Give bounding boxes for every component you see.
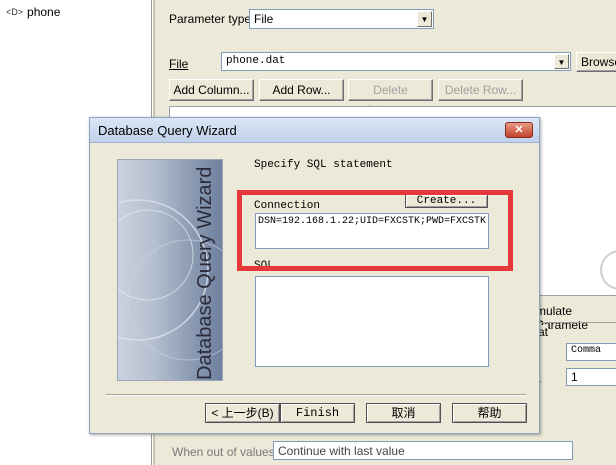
out-of-values-value: Continue with last value <box>278 444 405 458</box>
dialog-title: Database Query Wizard <box>98 123 237 138</box>
out-of-values-select[interactable]: Continue with last value <box>273 441 573 460</box>
close-button[interactable]: ✕ <box>505 122 533 138</box>
back-button[interactable]: < 上一步(B) <box>205 403 280 423</box>
sql-statement-field[interactable] <box>255 276 489 367</box>
wizard-banner-image: Database Query Wizard <box>117 159 223 381</box>
file-label: File <box>169 57 189 71</box>
create-connection-button[interactable]: Create... <box>405 194 488 208</box>
cancel-button[interactable]: 取消 <box>366 403 441 423</box>
add-row-button[interactable]: Add Row... <box>259 79 344 101</box>
parameter-type-select[interactable]: File ▼ <box>249 9 434 29</box>
help-button[interactable]: 帮助 <box>452 403 527 423</box>
tree-item-phone[interactable]: <D> phone <box>6 5 60 19</box>
parameter-type-label: Parameter type: <box>169 12 255 26</box>
first-row-spinner[interactable]: 1 <box>566 368 616 386</box>
browse-button[interactable]: Browse <box>576 52 616 72</box>
connection-string-field[interactable]: DSN=192.168.1.22;UID=FXCSTK;PWD=FXCSTK <box>255 213 489 249</box>
parameter-tag-icon: <D> <box>6 7 24 17</box>
chevron-down-icon[interactable]: ▼ <box>554 54 569 69</box>
delimiter-select[interactable]: Comma <box>566 343 616 361</box>
parameter-type-value: File <box>254 12 274 26</box>
tree-item-label: phone <box>27 5 61 19</box>
out-of-values-label: When out of values: <box>172 445 279 459</box>
dialog-divider <box>106 394 526 395</box>
finish-button[interactable]: Finish <box>280 403 355 423</box>
wizard-step-heading: Specify SQL statement <box>254 159 393 171</box>
add-column-button[interactable]: Add Column... <box>169 79 254 101</box>
file-path-value: phone.dat <box>226 55 286 67</box>
connection-string-value: DSN=192.168.1.22;UID=FXCSTK;PWD=FXCSTK <box>258 216 487 227</box>
delete-column-button[interactable]: Delete Column... <box>348 79 433 117</box>
database-query-wizard-dialog: Database Query Wizard ✕ Database Query W… <box>89 117 540 434</box>
close-icon: ✕ <box>514 124 524 136</box>
file-path-select[interactable]: phone.dat ▼ <box>221 52 571 71</box>
delimiter-value: Comma <box>571 345 602 356</box>
banner-title: Database Query Wizard <box>194 166 216 380</box>
dialog-titlebar[interactable]: Database Query Wizard ✕ <box>90 118 539 143</box>
connection-label: Connection <box>254 200 321 212</box>
first-row-value: 1 <box>571 370 578 384</box>
delete-row-button[interactable]: Delete Row... <box>438 79 523 101</box>
sql-label: SQL <box>254 260 274 272</box>
chevron-down-icon[interactable]: ▼ <box>417 11 432 27</box>
